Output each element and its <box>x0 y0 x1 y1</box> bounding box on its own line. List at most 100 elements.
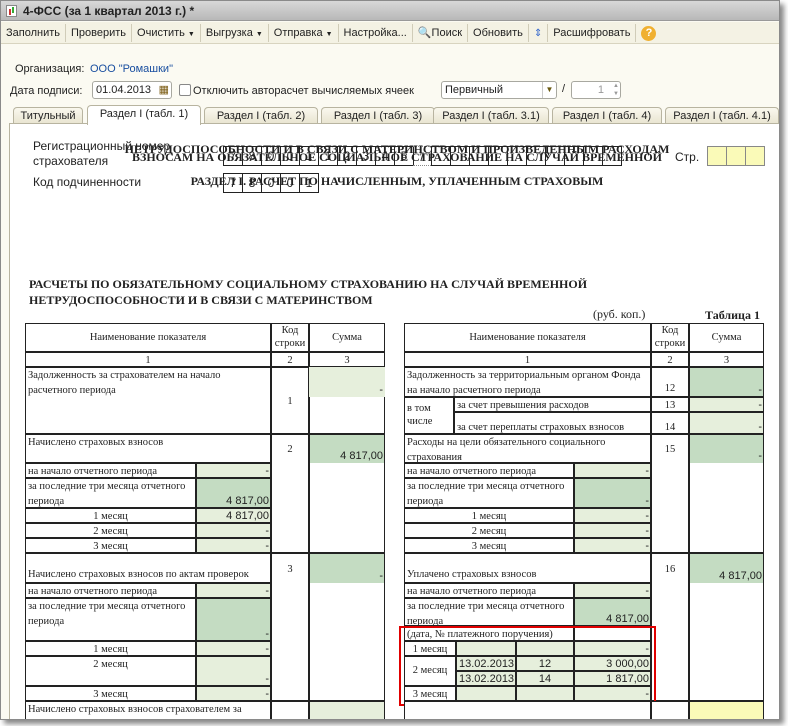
row-label: 3 месяц <box>25 686 196 701</box>
export-button[interactable]: Выгрузка ▼ <box>201 23 269 42</box>
tab-4[interactable]: Раздел I (табл. 3.1) <box>433 107 549 124</box>
value-cell[interactable]: 4 817,00 <box>196 508 271 523</box>
date-input[interactable]: 01.04.2013 ▦ <box>92 81 172 99</box>
dropdown-arrow-icon: ▼ <box>325 30 333 38</box>
report-type-select[interactable]: Первичный ▼ <box>441 81 557 99</box>
row-name <box>404 701 651 719</box>
section-title: РАЗДЕЛ I. РАСЧЕТ ПО НАЧИСЛЕННЫМ, УПЛАЧЕН… <box>190 174 604 188</box>
help-button[interactable]: ? <box>636 24 661 42</box>
row-label: 1 месяц <box>25 641 196 656</box>
form-panel: Регистрационный номер страхователя 7 8 0 0 1 1… <box>9 123 779 719</box>
clear-label: Очистить <box>137 26 185 39</box>
code-cell: 16 <box>651 553 689 701</box>
line-code: 2 <box>287 444 293 455</box>
help-icon: ? <box>641 25 657 41</box>
spinner-icon[interactable]: ▲ ▼ <box>613 82 619 98</box>
tab-5[interactable]: Раздел I (табл. 4) <box>552 107 662 124</box>
value-cell[interactable]: - <box>574 478 651 508</box>
fill-button[interactable]: Заполнить <box>1 23 67 42</box>
calendar-icon[interactable]: ▦ <box>159 82 169 98</box>
value-cell[interactable]: 4 817,00 <box>196 478 271 508</box>
code-cell: 3 <box>271 553 309 701</box>
expand-collapse-button[interactable]: ⇕ <box>529 23 549 42</box>
incl-label: в том числе <box>404 397 454 434</box>
check-button[interactable]: Проверить <box>66 23 133 42</box>
value-cell[interactable]: - <box>196 641 271 656</box>
row-name: Начислено страховых взносов страхователе… <box>25 701 271 719</box>
search-label: Поиск <box>431 26 463 39</box>
row-label: за последние три месяца отчетного период… <box>25 598 196 641</box>
value-cell[interactable]: - <box>574 583 651 598</box>
line-code: 3 <box>287 563 293 575</box>
col-number: 2 <box>271 352 309 367</box>
row-label: на начало отчетного периода <box>404 583 574 598</box>
value-cell[interactable]: - <box>574 463 651 478</box>
value-cell[interactable]: - <box>196 463 271 478</box>
autocalc-label[interactable]: Отключить авторасчет вычисляемых ячеек <box>193 85 414 97</box>
section-title: НЕТРУДОСПОСОБНОСТИ И В СВЯЗИ С МАТЕРИНСТ… <box>124 142 670 156</box>
value-cell[interactable]: - <box>196 686 271 701</box>
value-cell[interactable]: - <box>574 508 651 523</box>
value-cell[interactable]: - <box>689 434 764 463</box>
search-icon: 🔍 <box>417 26 432 39</box>
org-link[interactable]: ООО "Ромашки" <box>90 63 173 75</box>
send-button[interactable]: Отправка ▼ <box>269 23 339 42</box>
report-icon <box>6 5 17 17</box>
autocalc-checkbox[interactable] <box>179 84 191 96</box>
row-label: на начало отчетного периода <box>25 463 196 478</box>
row-name: за счет превышения расходов <box>454 397 651 412</box>
row-label: 1 месяц <box>25 508 196 523</box>
value-cell[interactable]: - <box>196 598 271 641</box>
value-cell[interactable]: - <box>574 538 651 553</box>
value-cell[interactable]: - <box>689 412 764 434</box>
tab-0[interactable]: Титульный <box>13 107 83 124</box>
code-cell: 14 <box>651 412 689 434</box>
settings-button[interactable]: Настройка... <box>339 23 413 42</box>
line-code: 1 <box>287 396 293 407</box>
table-number: Таблица 1 <box>705 308 760 322</box>
value-cell[interactable]: - <box>574 523 651 538</box>
col-header-code: Код строки <box>651 323 689 352</box>
row-name: за счет переплаты страховых взносов <box>454 412 651 434</box>
send-label: Отправка <box>273 26 323 39</box>
dropdown-arrow-icon: ▼ <box>255 30 263 38</box>
tab-1[interactable]: Раздел I (табл. 1) <box>87 105 201 125</box>
row-label: 2 месяц <box>25 656 196 686</box>
col-number: 2 <box>651 352 689 367</box>
correction-number-input[interactable]: 1 ▲ ▼ <box>571 81 621 99</box>
value-cell[interactable]: 4 817,00 <box>689 553 764 583</box>
code-cell <box>271 701 309 719</box>
row-label: на начало отчетного периода <box>404 463 574 478</box>
value-cell[interactable]: - <box>309 553 385 583</box>
value-cell[interactable]: - <box>689 397 764 412</box>
clear-button[interactable]: Очистить ▼ <box>132 23 201 42</box>
decode-button[interactable]: Расшифровать <box>548 23 637 42</box>
row-label: за последние три месяца отчетного период… <box>404 598 574 626</box>
row-label: 1 месяц <box>404 508 574 523</box>
value-cell[interactable]: - <box>196 538 271 553</box>
row-name: Задолженность за территориальным органом… <box>404 367 651 397</box>
col-number: 3 <box>689 352 764 367</box>
tab-6[interactable]: Раздел I (табл. 4.1) <box>665 107 779 124</box>
value-cell[interactable]: - <box>196 583 271 598</box>
line-code: 15 <box>664 444 676 455</box>
chevron-down-icon: ▼ <box>542 82 556 98</box>
tab-3[interactable]: Раздел I (табл. 3) <box>321 107 435 124</box>
subsection-title: НЕТРУДОСПОСОБНОСТИ И В СВЯЗИ С МАТЕРИНСТ… <box>29 293 373 307</box>
report-window: 4-ФСС (за 1 квартал 2013 г.) * Заполнить… <box>0 0 780 720</box>
value-cell[interactable]: 4 817,00 <box>309 434 385 463</box>
code-cell: 2 <box>271 434 309 553</box>
row-name: Задолженность за страхователем на начало… <box>25 367 271 434</box>
code-cell: 12 <box>651 367 689 397</box>
col-header-name: Наименование показателя <box>25 323 271 352</box>
line-code: 16 <box>664 563 676 575</box>
value-cell[interactable]: - <box>196 656 271 686</box>
correction-value: 1 <box>597 84 604 96</box>
value-cell[interactable]: - <box>196 523 271 538</box>
value-cell[interactable]: - <box>309 367 385 397</box>
tab-2[interactable]: Раздел I (табл. 2) <box>204 107 318 124</box>
value-cell[interactable]: 4 817,00 <box>574 598 651 626</box>
value-cell[interactable]: - <box>689 367 764 397</box>
refresh-button[interactable]: Обновить <box>468 23 529 42</box>
search-button[interactable]: 🔍Поиск <box>413 23 469 42</box>
